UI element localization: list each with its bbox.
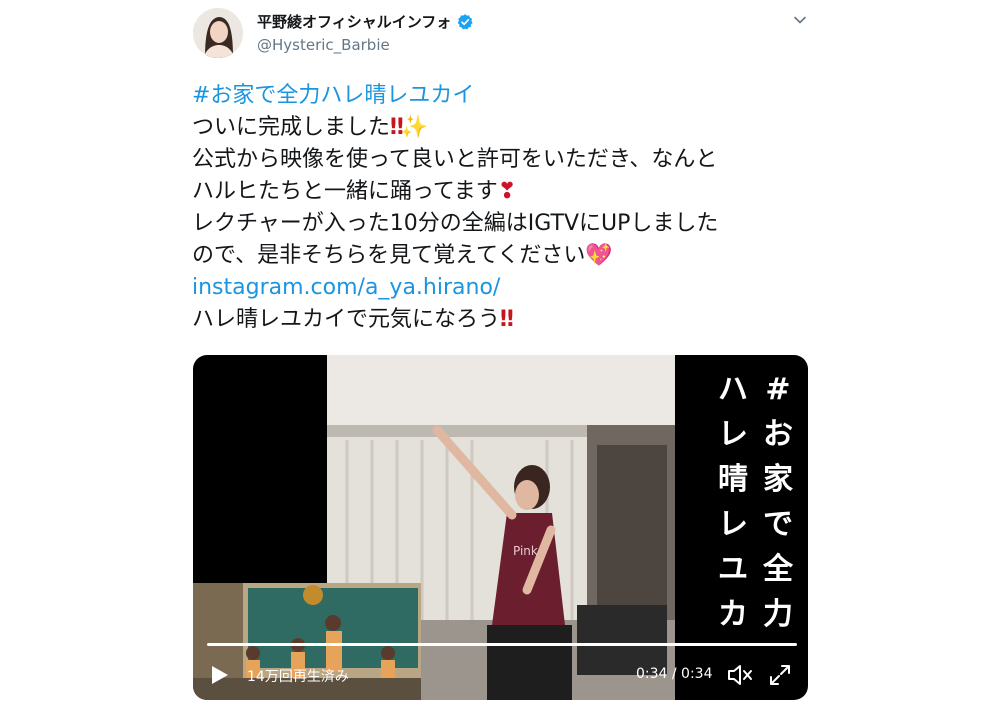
avatar[interactable] (193, 8, 243, 58)
heart-exclamation-emoji: ❣ (497, 179, 517, 204)
caption-char: レ (718, 507, 748, 542)
view-count: 14万回再生済み (247, 669, 349, 685)
handle[interactable]: @Hysteric_Barbie (257, 36, 390, 54)
video-overlay-caption-col2: ハレ晴レユカ (698, 367, 768, 637)
svg-text:Pink: Pink (513, 544, 538, 558)
caption-char: ユ (718, 552, 748, 587)
video-time: 0:34 / 0:34 (636, 666, 713, 682)
video-progress-bar[interactable] (207, 643, 797, 646)
chevron-down-icon[interactable] (790, 10, 810, 30)
double-exclamation-emoji: ‼ (390, 115, 404, 140)
verified-badge-icon (457, 13, 473, 29)
double-exclamation-emoji: ‼ (500, 307, 514, 332)
play-icon[interactable] (207, 663, 231, 687)
caption-char: ハ (718, 372, 748, 407)
caption-char: レ (718, 417, 748, 452)
avatar-image (193, 8, 243, 58)
tweet-line: ハルヒたちと一緒に踊ってます (192, 179, 498, 204)
volume-icon[interactable] (726, 662, 754, 688)
tweet-line: ので、是非そちらを見て覚えてください (192, 243, 586, 268)
fullscreen-icon[interactable] (768, 663, 792, 687)
tweet-line: ついに完成しました (192, 115, 391, 140)
tweet-text: #お家で全力ハレ晴レユカイ ついに完成しました‼✨ 公式から映像を使って良いと許… (192, 80, 812, 336)
sparkling-heart-emoji: 💖 (585, 243, 613, 268)
video-player[interactable]: Pink # お 家 で 全 力 ハレ晴レユカ 14万回再生済み 0:34 / … (193, 355, 808, 700)
tweet-line: レクチャーが入った10分の全編はIGTVにUPしました (192, 211, 719, 236)
hashtag-link[interactable]: #お家で全力ハレ晴レユカイ (192, 80, 812, 112)
caption-char: 晴 (718, 462, 748, 497)
instagram-link[interactable]: instagram.com/a_ya.hirano/ (192, 272, 812, 304)
sparkles-emoji: ✨ (400, 115, 429, 140)
caption-char: カ (718, 597, 748, 632)
video-controls: 14万回再生済み 0:34 / 0:34 (193, 655, 808, 700)
display-name[interactable]: 平野綾オフィシャルインフォ (257, 11, 451, 32)
tweet-line: 公式から映像を使って良いと許可をいただき、なんと (192, 147, 718, 172)
tweet-line: ハレ晴レユカイで元気になろう (192, 307, 501, 332)
